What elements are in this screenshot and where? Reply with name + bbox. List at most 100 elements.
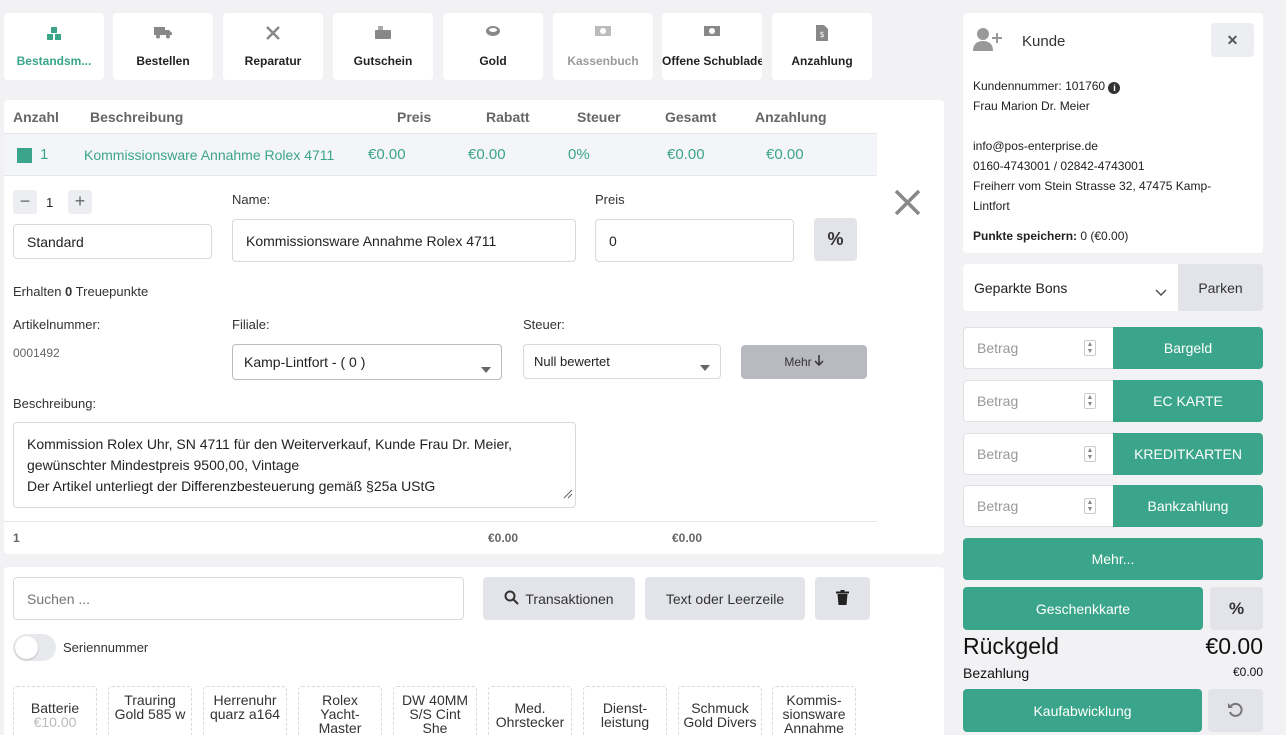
percent-icon: % [827,229,844,249]
toolbar-button-gold[interactable]: Gold [443,13,543,80]
more-details-button[interactable]: Mehr [741,345,867,379]
branch-select[interactable]: Kamp-Lintfort - ( 0 ) [232,344,502,380]
customer-phones: 0160-4743001 / 02842-4743001 [973,159,1145,173]
delete-button[interactable] [815,577,870,620]
column-header-total: Gesamt [665,109,717,125]
parked-receipts-select[interactable]: Geparkte Bons [963,264,1178,311]
money-bill-icon [553,25,653,41]
search-icon [504,590,520,608]
product-tile[interactable]: Kommis-sionsware Annahme [772,686,856,735]
decrease-qty-button[interactable]: − [13,190,37,214]
chevron-down-icon [1155,283,1167,299]
name-input[interactable]: Kommissionsware Annahme Rolex 4711 [232,219,576,262]
row-select-checkbox[interactable] [17,148,32,163]
info-icon[interactable]: i [1108,82,1121,94]
product-tile[interactable]: Med. Ohrstecker [488,686,572,735]
qty-value[interactable]: 1 [46,195,53,210]
row-discount: €0.00 [468,146,506,163]
invoice-dollar-icon: $ [772,25,872,41]
parked-receipts-value: Geparkte Bons [974,279,1068,296]
tax-select[interactable]: Null bewertet [523,344,721,379]
change-value: €0.00 [1205,633,1263,659]
toolbar-label: Offene Schublade [662,54,762,68]
pay-credit-card-button[interactable]: KREDITKARTEN [1113,433,1263,475]
tax-value: Null bewertet [534,354,610,369]
product-tile[interactable]: Schmuck Gold Divers [678,686,762,735]
serial-number-toggle[interactable] [13,634,56,661]
toolbar-button-repair[interactable]: Reparatur [223,13,323,80]
pay-ec-card-button[interactable]: EC KARTE [1113,380,1263,422]
toolbar-button-voucher[interactable]: Gutschein [333,13,433,80]
gift-card-button[interactable]: Geschenkkarte [963,587,1203,630]
row-price: €0.00 [368,146,406,163]
description-label: Beschreibung: [13,396,97,411]
minus-icon: − [19,191,31,211]
increase-qty-button[interactable]: + [68,190,92,214]
stepper-icon[interactable]: ▲ ▼ [1084,393,1096,409]
reset-button[interactable] [1208,689,1263,732]
toolbar-button-deposit[interactable]: $ Anzahlung [772,13,872,80]
product-tile[interactable]: Dienst-leistung [583,686,667,735]
price-input[interactable]: 0 [595,219,794,262]
product-tile[interactable]: Rolex Yacht- Master [298,686,382,735]
tile-line: sionsware [782,706,846,722]
footer-discount: €0.00 [488,531,519,545]
total-discount-button[interactable]: % [1210,587,1263,630]
column-header-deposit: Anzahlung [755,109,827,125]
stepper-icon[interactable]: ▲ ▼ [1084,446,1096,462]
tile-line: Gold Divers [683,714,757,730]
toolbar-button-order[interactable]: Bestellen [113,13,213,80]
remove-customer-button[interactable]: ✕ [1211,23,1254,57]
column-header-qty: Anzahl [13,109,59,125]
toolbar-button-inventory[interactable]: Bestandsm... [4,13,104,80]
undo-icon [1228,702,1243,720]
discount-percent-button[interactable]: % [814,218,857,261]
add-user-icon[interactable] [973,27,1003,54]
name-label: Name: [232,192,271,207]
customer-number: 101760 [1065,79,1106,93]
amount-input-cash[interactable]: Betrag ▲ ▼ [963,327,1114,369]
pay-bank-transfer-button[interactable]: Bankzahlung [1113,485,1263,527]
amount-input-bank[interactable]: Betrag ▲ ▼ [963,485,1114,527]
transactions-label: Transaktionen [525,590,614,607]
text-line-button[interactable]: Text oder Leerzeile [645,577,805,620]
column-header-tax: Steuer [577,109,621,125]
percent-icon: % [1228,598,1245,618]
tile-line: Trauring [124,692,176,708]
amount-input-credit[interactable]: Betrag ▲ ▼ [963,433,1114,475]
product-tile[interactable]: Batterie €10.00 [13,686,97,735]
svg-text:$: $ [819,30,824,39]
search-input[interactable] [13,577,464,620]
transactions-button[interactable]: Transaktionen [483,577,635,620]
tile-line: Yacht- [320,706,360,722]
resize-handle-icon[interactable] [563,484,573,505]
amount-placeholder: Betrag [977,446,1019,462]
stepper-icon[interactable]: ▲ ▼ [1084,498,1096,514]
loyalty-points-value: 0 [65,284,73,299]
toolbar-button-cashbook[interactable]: Kassenbuch [553,13,653,80]
amount-placeholder: Betrag [977,393,1019,409]
more-payments-button[interactable]: Mehr... [963,538,1263,580]
park-button[interactable]: Parken [1178,264,1263,311]
row-divider [4,175,877,176]
arrow-down-icon [814,355,824,369]
column-header-discount: Rabatt [486,109,530,125]
close-editor-button[interactable] [894,189,921,219]
customer-name: Frau Marion Dr. Meier [973,99,1090,113]
toolbar-label: Gold [479,54,507,68]
product-tile[interactable]: DW 40MM S/S Cint She [393,686,477,735]
price-type-field[interactable]: Standard [13,224,212,259]
customer-address-line: Lintfort [973,199,1010,213]
amount-input-ec[interactable]: Betrag ▲ ▼ [963,380,1114,422]
amount-placeholder: Betrag [977,498,1019,514]
pay-cash-button[interactable]: Bargeld [1113,327,1263,369]
product-tile[interactable]: Herrenuhr quarz a164 [203,686,287,735]
description-textarea[interactable]: Kommission Rolex Uhr, SN 4711 für den We… [13,422,576,508]
tile-line: Schmuck [691,700,749,716]
checkout-button[interactable]: Kaufabwicklung [963,689,1202,732]
toolbar-button-open-drawer[interactable]: Offene Schublade [662,13,762,80]
product-tile[interactable]: Trauring Gold 585 w [108,686,192,735]
row-qty: 1 [40,146,49,163]
stepper-icon[interactable]: ▲ ▼ [1084,340,1096,356]
